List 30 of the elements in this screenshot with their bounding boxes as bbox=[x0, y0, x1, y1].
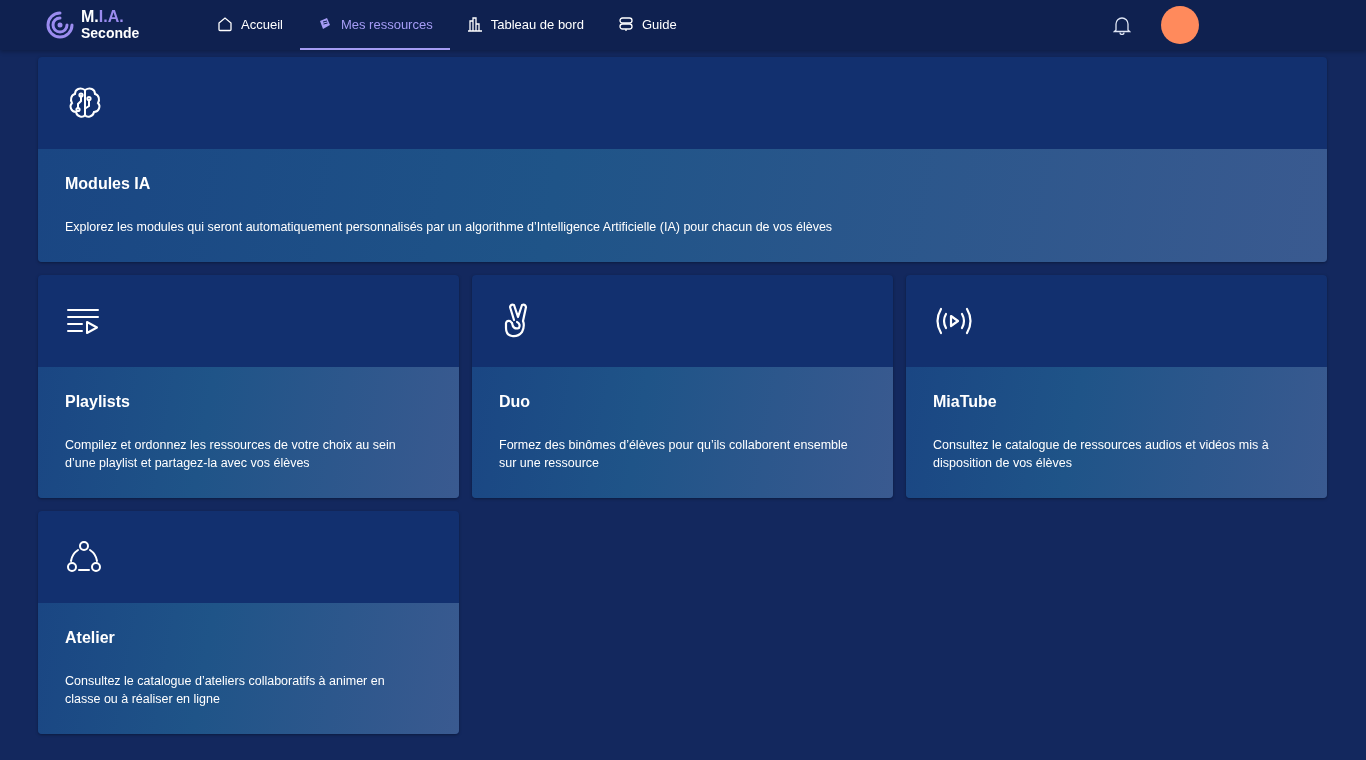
card-title: Playlists bbox=[65, 393, 131, 411]
broadcast-play-icon bbox=[934, 306, 974, 336]
brand-subtitle: Seconde bbox=[81, 25, 140, 41]
card-title: Modules IA bbox=[65, 175, 152, 193]
card-description: Formez des binômes d’élèves pour qu’ils collaborent ensemble sur une ressource bbox=[499, 437, 849, 472]
group-nodes-icon bbox=[66, 540, 102, 574]
brand-name: M.I.A. bbox=[81, 9, 125, 25]
card-title: Atelier bbox=[65, 629, 116, 647]
nav-tab[interactable]: Accueil bbox=[200, 0, 300, 50]
card-title: MiaTube bbox=[933, 393, 998, 411]
card-title: Duo bbox=[499, 393, 532, 411]
home-icon bbox=[217, 16, 233, 32]
notification-bell-icon[interactable] bbox=[1113, 15, 1131, 35]
nav-tab[interactable]: Tableau de bord bbox=[449, 0, 601, 50]
resource-card[interactable]: Modules IA Explorez les modules qui seront automatiquement personnalisés par un algorithme d’Intelligence Artificielle (IA) pour chacun de vos élèves bbox=[38, 57, 1327, 262]
nav-tab[interactable]: Mes ressources bbox=[299, 0, 450, 50]
card-description: Consultez le catalogue de ressources audios et vidéos mis à disposition de vos élèves bbox=[933, 437, 1270, 472]
resource-card[interactable]: Playlists Compilez et ordonnez les ressources de votre choix au sein d’une playlist et partagez-la avec vos élèves bbox=[38, 275, 459, 498]
bar-chart-icon bbox=[466, 16, 483, 32]
resource-card[interactable]: Duo Formez des binômes d’élèves pour qu’ils collaborent ensemble sur une ressource bbox=[472, 275, 893, 498]
card-description: Explorez les modules qui seront automatiquement personnalisés par un algorithme d’Intelligence Artificielle (IA) pour chacun de vos élèves bbox=[65, 219, 834, 236]
user-avatar[interactable] bbox=[1161, 6, 1199, 44]
playlist-icon bbox=[66, 307, 102, 335]
card-description: Consultez le catalogue d’ateliers collaboratifs à animer en classe ou à réaliser en ligne bbox=[65, 673, 386, 708]
server-icon bbox=[617, 16, 634, 32]
card-description: Compilez et ordonnez les ressources de votre choix au sein d’une playlist et partagez-la avec vos élèves bbox=[65, 437, 397, 472]
spiral-logo-icon[interactable] bbox=[44, 9, 76, 41]
resource-card[interactable]: Atelier Consultez le catalogue d’ateliers collaboratifs à animer en classe ou à réaliser en ligne bbox=[38, 511, 459, 734]
resource-card[interactable]: MiaTube Consultez le catalogue de ressources audios et vidéos mis à disposition de vos élèves bbox=[906, 275, 1327, 498]
nav-tab[interactable]: Guide bbox=[600, 0, 694, 50]
